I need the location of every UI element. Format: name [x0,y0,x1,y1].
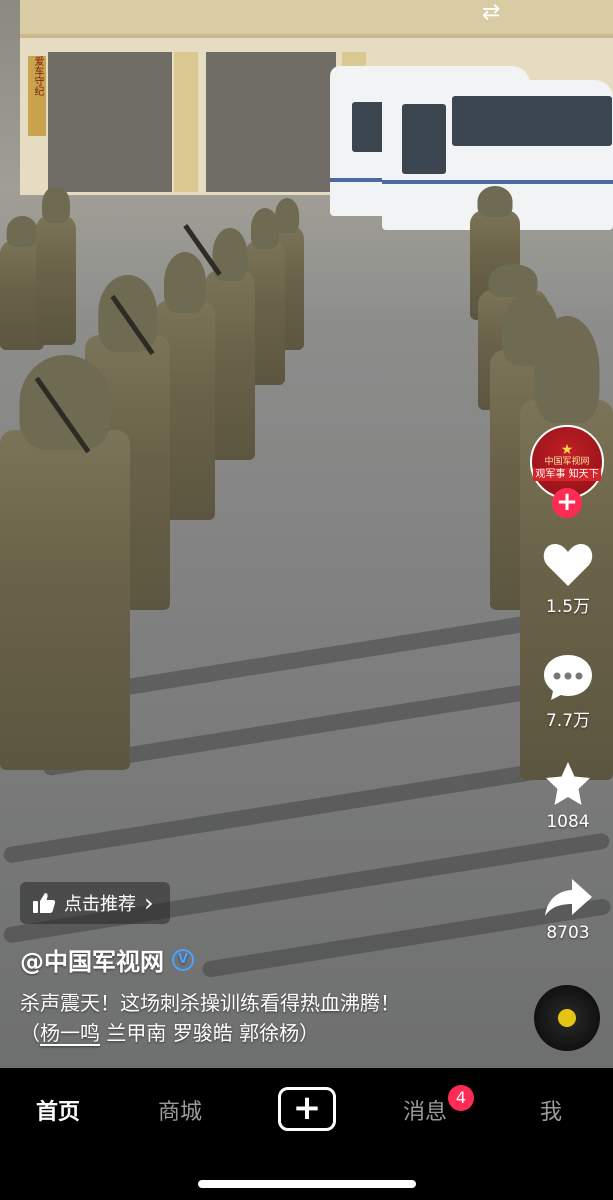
favorite-count: 1084 [546,812,590,832]
soldier [36,215,76,345]
home-indicator[interactable] [198,1180,416,1188]
tab-me[interactable]: 我 [540,1094,562,1126]
recommend-button[interactable]: 点击推荐 › [20,882,170,924]
building-roof [20,0,613,38]
ground-shadow [81,614,539,702]
like-count: 1.5万 [545,597,591,617]
caption-text: 杀声震天！这场刺杀操训练看得热血沸腾！ [20,991,400,1015]
tab-messages[interactable]: 消息 [403,1094,447,1126]
share-count: 8703 [546,923,590,943]
video-caption: 杀声震天！这场刺杀操训练看得热血沸腾！ （杨一鸣 兰甲南 罗骏皓 郭徐杨） [20,988,520,1048]
wall-sign: 爱车守纪 [28,56,46,136]
caption-tag[interactable]: 兰甲南 [106,1021,166,1045]
chevron-right-icon: › [144,889,154,917]
avatar-slogan: 观军事 知天下 [533,468,601,481]
swap-icon[interactable]: ⇄ [482,0,500,25]
like-button[interactable]: 1.5万 [530,540,606,617]
garage-door [48,52,172,192]
messages-badge: 4 [448,1085,474,1111]
star-emblem-icon: ★ [560,442,574,458]
building-pillar [174,52,198,192]
create-button[interactable]: + [278,1087,336,1131]
caption-paren-close: ） [299,1021,320,1045]
caption-tag[interactable]: 郭徐杨 [239,1021,299,1045]
verified-icon: V [172,948,194,971]
author-name-row[interactable]: @中国军视网 V [20,942,194,977]
star-icon [546,762,590,805]
author-name[interactable]: @中国军视网 [20,942,164,977]
soldier [0,430,130,770]
follow-button[interactable]: + [552,488,582,518]
music-disc-center [558,1009,576,1027]
wall-sign-text: 爱车守纪 [32,56,43,96]
recommend-label: 点击推荐 [64,894,136,915]
comment-button[interactable]: 7.7万 [530,652,606,731]
share-button[interactable]: 8703 [530,875,606,943]
tab-mall[interactable]: 商城 [158,1094,202,1126]
favorite-button[interactable]: 1084 [530,760,606,832]
garage-door [206,52,336,192]
caption-tags-line: （杨一鸣 兰甲南 罗骏皓 郭徐杨） [20,1018,520,1048]
avatar-title: 中国军视网 [544,457,590,467]
tab-home[interactable]: 首页 [36,1094,80,1126]
comment-count: 7.7万 [545,711,591,731]
share-arrow-icon [545,879,592,916]
thumbs-up-icon [33,893,56,913]
heart-icon [543,544,593,586]
caption-tag[interactable]: 罗骏皓 [173,1021,233,1045]
comment-icon [544,655,592,700]
caption-tag[interactable]: 杨一鸣 [40,1021,100,1045]
caption-paren-open: （ [20,1021,40,1045]
music-disc[interactable] [534,985,600,1051]
